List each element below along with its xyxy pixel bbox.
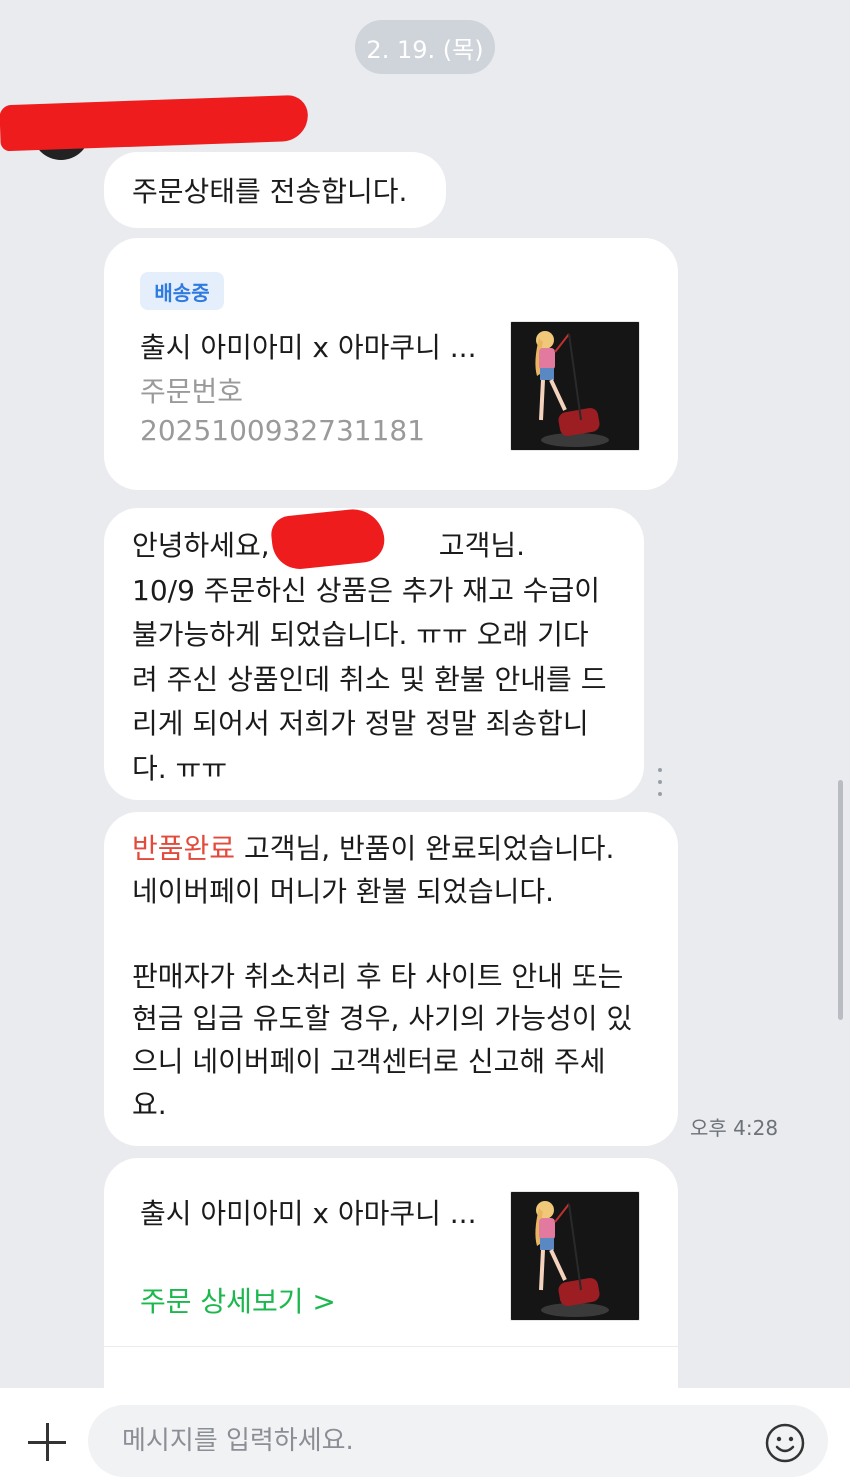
order-number: 2025100932731181 (140, 414, 426, 447)
redacted-sender-name (0, 94, 309, 152)
product-thumbnail (510, 1191, 640, 1321)
refund-line: 네이버페이 머니가 환불 되었습니다. (132, 874, 555, 908)
message-input[interactable] (88, 1405, 828, 1477)
product-title: 출시 아미아미 x 아마쿠니 ... (140, 1197, 477, 1230)
emoji-icon[interactable] (764, 1422, 806, 1464)
plus-icon[interactable] (28, 1423, 66, 1461)
shipping-badge: 배송중 (140, 272, 224, 310)
warning-line: 으니 네이버페이 고객센터로 신고해 주세 (132, 1044, 606, 1078)
notice-line: 리게 되어서 저희가 정말 정말 죄송합니 (132, 707, 589, 741)
notice-line: 10/9 주문하신 상품은 추가 재고 수급이 (132, 573, 601, 607)
notice-line: 다. ㅠㅠ (132, 751, 228, 785)
warning-line: 판매자가 취소처리 후 타 사이트 안내 또는 (132, 959, 624, 993)
figure-image (511, 322, 639, 450)
product-title: 출시 아미아미 x 아마쿠니 ... (140, 331, 477, 364)
order-status-card[interactable]: 배송중 출시 아미아미 x 아마쿠니 ... 주문번호 202510093273… (104, 238, 678, 490)
card-divider (104, 1346, 678, 1347)
figure-image (511, 1192, 639, 1320)
return-line-rest: 고객님, 반품이 완료되었습니다. (235, 832, 615, 865)
message-text: 주문상태를 전송합니다. (132, 175, 408, 208)
return-line-1: 반품완료 고객님, 반품이 완료되었습니다. (132, 828, 650, 871)
more-options-icon[interactable] (655, 768, 665, 796)
notice-line: 려 주신 상품인데 취소 및 환불 안내를 드 (132, 662, 607, 696)
warning-line: 현금 입금 유도할 경우, 사기의 가능성이 있 (132, 1002, 633, 1036)
order-number-label: 주문번호 (140, 375, 244, 408)
return-complete-label: 반품완료 (132, 832, 236, 865)
date-divider: 2. 19. (목) (355, 20, 495, 74)
notice-line: 불가능하게 되었습니다. ㅠㅠ 오래 기다 (132, 618, 589, 652)
warning-line: 요. (132, 1087, 167, 1121)
message-return-complete: 반품완료 고객님, 반품이 완료되었습니다. 네이버페이 머니가 환불 되었습니… (104, 812, 678, 1146)
product-thumbnail (510, 321, 640, 451)
order-detail-link[interactable]: 주문 상세보기 > (140, 1280, 336, 1320)
message-timestamp: 오후 4:28 (690, 1116, 779, 1140)
scrollbar[interactable] (838, 780, 843, 1020)
message-status-intro: 주문상태를 전송합니다. (104, 152, 446, 228)
